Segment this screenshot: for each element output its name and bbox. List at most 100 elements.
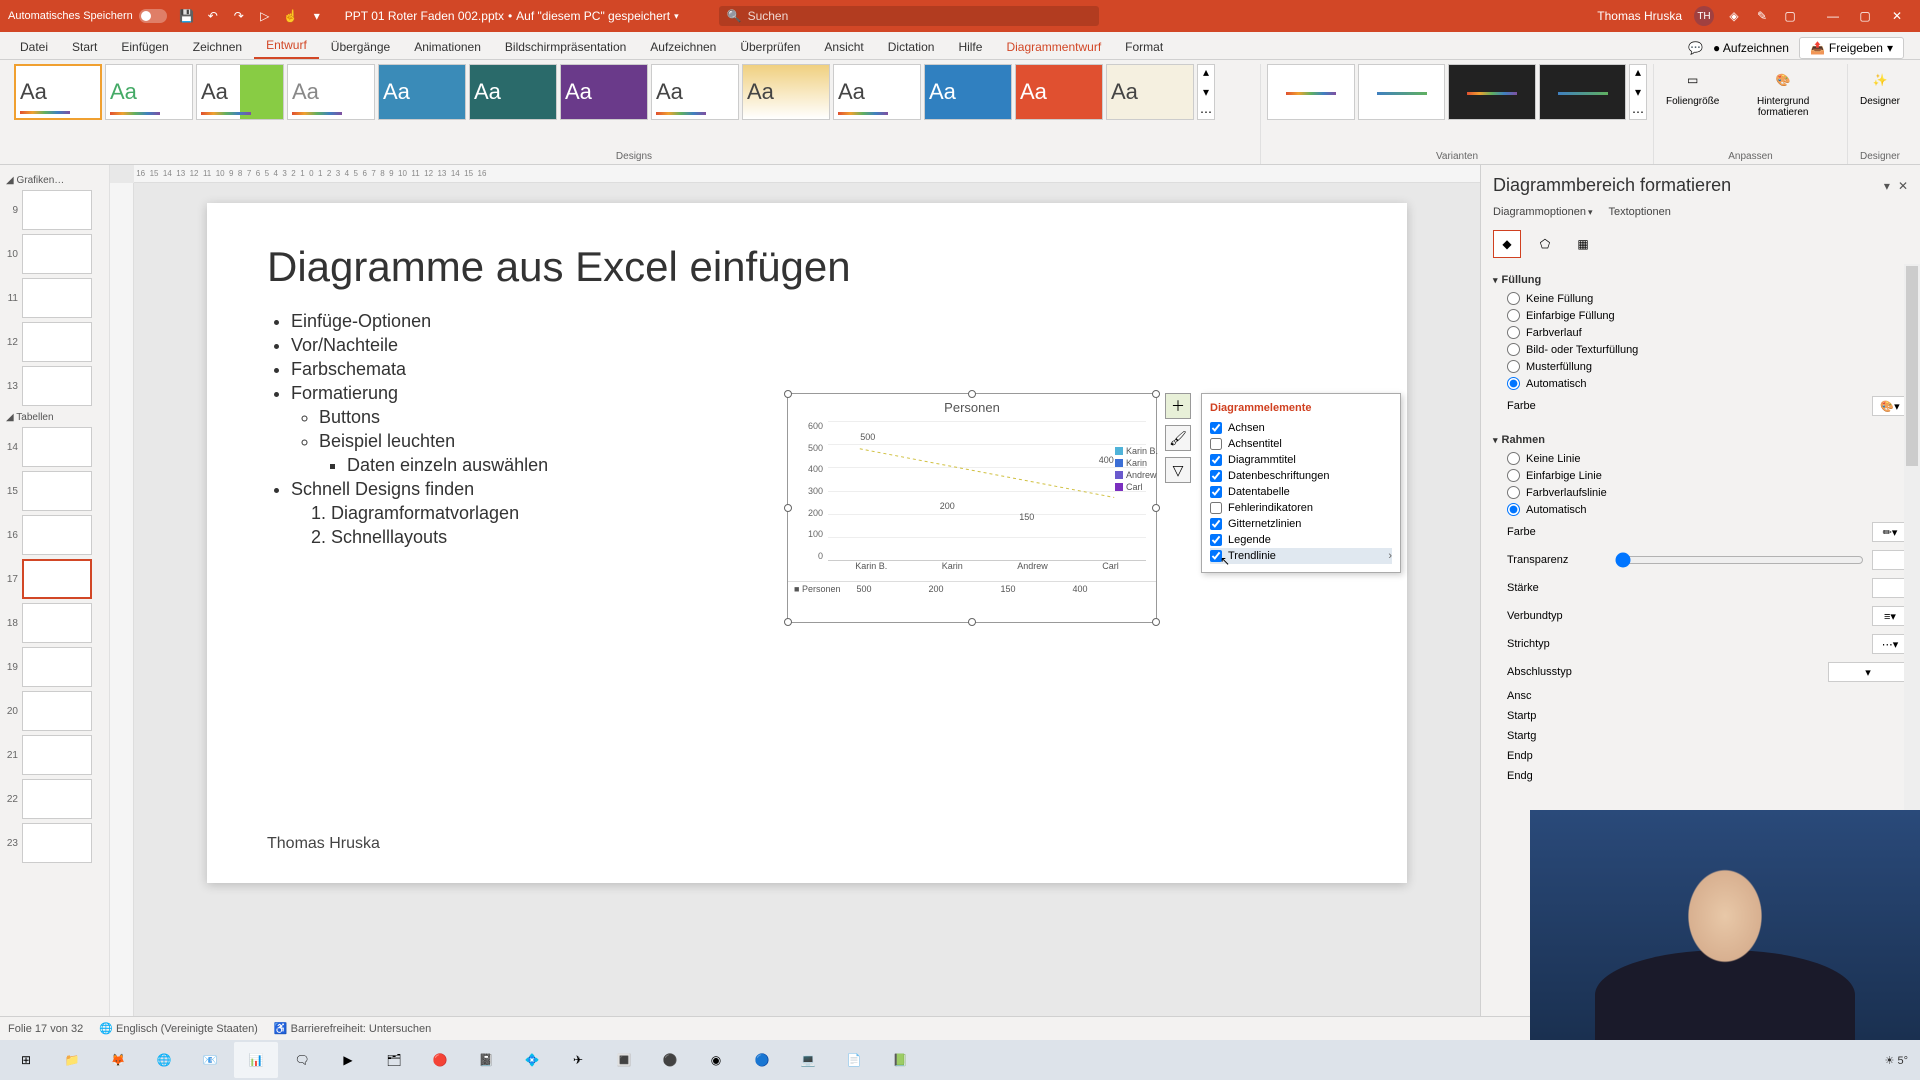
taskbar-powerpoint[interactable]: 📊 [234,1042,278,1078]
taskbar-onenote[interactable]: 📓 [464,1042,508,1078]
variant-thumb[interactable] [1358,64,1446,120]
checkbox[interactable] [1210,454,1222,466]
fill-line-icon[interactable]: ◆ [1493,230,1521,258]
taskbar-chrome[interactable]: 🌐 [142,1042,186,1078]
checkbox[interactable] [1210,438,1222,450]
taskbar-telegram[interactable]: ✈ [556,1042,600,1078]
chart-element-gitternetzlinien[interactable]: Gitternetzlinien [1210,516,1392,532]
radio[interactable] [1507,326,1520,339]
chart-element-datentabelle[interactable]: Datentabelle [1210,484,1392,500]
border-option[interactable]: Automatisch [1493,501,1908,518]
undo-icon[interactable]: ↶ [205,8,221,24]
cap-picker[interactable]: ▾ [1828,662,1908,682]
chart-plot[interactable]: 6005004003002001000 500 200 150 400 [788,421,1156,581]
taskbar-app[interactable]: ◉ [694,1042,738,1078]
slide-thumb[interactable] [22,471,92,511]
slide-thumb[interactable] [22,735,92,775]
theme-thumb[interactable]: Aa [469,64,557,120]
chart-element-fehlerindikatoren[interactable]: Fehlerindikatoren [1210,500,1392,516]
language-button[interactable]: 🌐 Englisch (Vereinigte Staaten) [99,1022,258,1035]
border-option[interactable]: Einfarbige Linie [1493,467,1908,484]
checkbox[interactable] [1210,422,1222,434]
compound-picker[interactable]: ≡▾ [1872,606,1908,626]
effects-icon[interactable]: ⬠ [1531,230,1559,258]
size-icon[interactable]: ▦ [1569,230,1597,258]
variant-thumb[interactable] [1267,64,1355,120]
radio[interactable] [1507,377,1520,390]
minimize-button[interactable]: — [1818,6,1848,26]
tab-ansicht[interactable]: Ansicht [812,35,875,59]
slide-thumb[interactable] [22,190,92,230]
thumb-group[interactable]: ◢ Tabellen [6,412,103,423]
theme-thumb[interactable]: Aa [924,64,1012,120]
taskbar-obs[interactable]: ⚫ [648,1042,692,1078]
search-box[interactable]: 🔍 [719,6,1099,26]
tab-diagrammoptionen[interactable]: Diagrammoptionen ▾ [1493,206,1592,218]
theme-thumb[interactable]: Aa [742,64,830,120]
taskbar-firefox[interactable]: 🦊 [96,1042,140,1078]
fill-option[interactable]: Automatisch [1493,375,1908,392]
tab-uebergaenge[interactable]: Übergänge [319,35,402,59]
diamond-icon[interactable]: ◈ [1726,8,1742,24]
variant-thumb[interactable] [1448,64,1536,120]
chart-element-diagrammtitel[interactable]: Diagrammtitel [1210,452,1392,468]
taskbar-vscode[interactable]: 💠 [510,1042,554,1078]
tab-ueberpruefen[interactable]: Überprüfen [728,35,812,59]
taskbar-app[interactable]: 🔴 [418,1042,462,1078]
radio[interactable] [1507,292,1520,305]
user-name[interactable]: Thomas Hruska [1597,9,1682,23]
transparency-spinner[interactable] [1872,550,1908,570]
slide-thumb[interactable] [22,559,92,599]
chart-elements-popup[interactable]: Diagrammelemente AchsenAchsentitelDiagra… [1201,393,1401,573]
taskbar-app[interactable]: 🗂 [372,1042,416,1078]
variants-gallery[interactable]: ▴▾⋯ [1267,64,1647,120]
taskbar-app[interactable]: 🗨 [280,1042,324,1078]
tab-hilfe[interactable]: Hilfe [946,35,994,59]
chart-element-achsentitel[interactable]: Achsentitel [1210,436,1392,452]
bg-format-button[interactable]: 🎨 Hintergrund formatieren [1725,64,1841,120]
theme-more-button[interactable]: ▴▾⋯ [1197,64,1215,120]
record-button[interactable]: ● Aufzeichnen [1713,41,1789,55]
border-color-picker[interactable]: ✏▾ [1872,522,1908,542]
theme-thumb[interactable]: Aa [1015,64,1103,120]
border-option[interactable]: Farbverlaufslinie [1493,484,1908,501]
slide-thumbnails[interactable]: ◢ Grafiken… 9 10 11 12 13 ◢ Tabellen 14 … [0,165,110,1016]
fill-option[interactable]: Bild- oder Texturfüllung [1493,341,1908,358]
chart-legend[interactable]: Karin B. Karin Andrew Carl [1115,444,1158,494]
chart-element-datenbeschriftungen[interactable]: Datenbeschriftungen [1210,468,1392,484]
radio[interactable] [1507,486,1520,499]
theme-thumb[interactable]: Aa [287,64,375,120]
tab-start[interactable]: Start [60,35,109,59]
checkbox[interactable] [1210,518,1222,530]
fill-option[interactable]: Farbverlauf [1493,324,1908,341]
tab-diagrammentwurf[interactable]: Diagrammentwurf [994,35,1113,59]
tab-datei[interactable]: Datei [8,35,60,59]
transparency-slider[interactable] [1615,552,1864,568]
chart-styles-button[interactable]: 🖌 [1165,425,1191,451]
tab-animationen[interactable]: Animationen [402,35,493,59]
fill-color-picker[interactable]: 🎨▾ [1872,396,1908,416]
weather-widget[interactable]: ☀ 5° [1885,1054,1908,1067]
chart-element-trendlinie[interactable]: Trendlinie›↖ [1210,548,1392,564]
variant-more-button[interactable]: ▴▾⋯ [1629,64,1647,120]
radio[interactable] [1507,469,1520,482]
radio[interactable] [1507,452,1520,465]
theme-thumb[interactable]: Aa [833,64,921,120]
redo-icon[interactable]: ↷ [231,8,247,24]
slide-thumb[interactable] [22,427,92,467]
slide-thumb[interactable] [22,647,92,687]
tab-textoptionen[interactable]: Textoptionen [1608,206,1670,218]
filename[interactable]: PPT 01 Roter Faden 002.pptx • Auf "diese… [345,9,679,23]
checkbox[interactable] [1210,534,1222,546]
slide-size-button[interactable]: ▭ Foliengröße [1660,64,1725,120]
slide-thumb[interactable] [22,603,92,643]
tab-zeichnen[interactable]: Zeichnen [181,35,254,59]
theme-thumb[interactable]: Aa [196,64,284,120]
border-section[interactable]: ▾Rahmen [1493,430,1908,450]
tab-einfuegen[interactable]: Einfügen [109,35,180,59]
fill-option[interactable]: Einfarbige Füllung [1493,307,1908,324]
qat-more-icon[interactable]: ▾ [309,8,325,24]
tab-format[interactable]: Format [1113,35,1175,59]
designer-button[interactable]: ✨ Designer [1854,64,1906,109]
theme-thumb[interactable]: Aa [560,64,648,120]
